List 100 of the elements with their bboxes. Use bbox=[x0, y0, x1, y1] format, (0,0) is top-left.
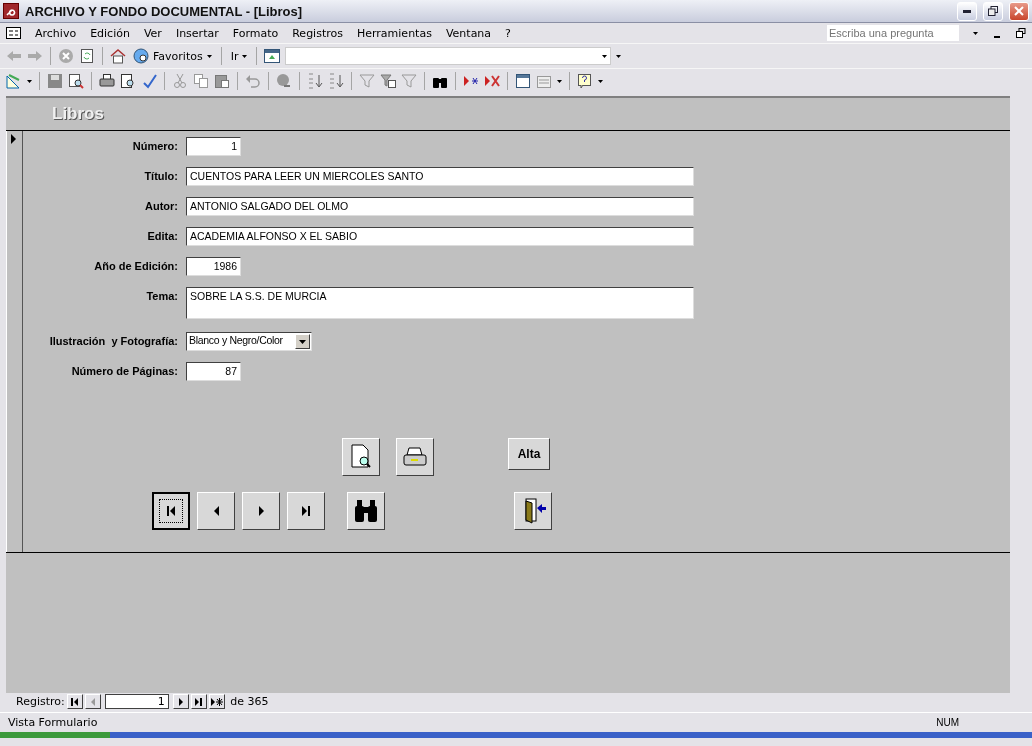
home-icon[interactable] bbox=[110, 48, 126, 64]
print-preview-icon[interactable] bbox=[120, 73, 136, 89]
save-icon[interactable] bbox=[47, 73, 63, 89]
app-key-icon bbox=[3, 3, 19, 19]
restore-button[interactable] bbox=[983, 1, 1003, 21]
help-search-field[interactable]: Escriba una pregunta bbox=[827, 25, 959, 41]
previous-record-icon bbox=[90, 697, 95, 706]
paste-icon[interactable] bbox=[214, 73, 230, 89]
sort-descending-icon[interactable] bbox=[328, 73, 344, 89]
text-field[interactable]: 87 bbox=[186, 362, 241, 381]
text-field[interactable]: SOBRE LA S.S. DE MURCIA bbox=[186, 287, 694, 319]
window-icon[interactable] bbox=[264, 48, 281, 64]
minimize-button[interactable] bbox=[957, 1, 977, 21]
record-label: Registro: bbox=[16, 695, 65, 708]
first-record-button[interactable] bbox=[152, 492, 190, 530]
add-button[interactable]: Alta bbox=[508, 438, 550, 470]
printer-icon[interactable] bbox=[99, 73, 115, 89]
next-record-icon bbox=[258, 506, 264, 516]
menu-item[interactable]: Edición bbox=[90, 26, 130, 40]
record-number-field[interactable]: 1 bbox=[104, 694, 169, 709]
text-field[interactable]: 1 bbox=[186, 137, 241, 156]
restore-icon bbox=[988, 6, 998, 16]
field-label: Tema: bbox=[145, 289, 179, 302]
caret-icon[interactable] bbox=[973, 31, 978, 35]
new-record-button[interactable] bbox=[208, 694, 225, 709]
menu-item[interactable]: Insertar bbox=[175, 26, 219, 40]
preview-button[interactable] bbox=[342, 438, 380, 476]
caret-icon[interactable] bbox=[206, 54, 212, 58]
field-label: Número de Páginas: bbox=[70, 364, 179, 377]
next-record-button[interactable] bbox=[242, 492, 280, 530]
text-field[interactable]: ACADEMIA ALFONSO X EL SABIO bbox=[186, 227, 694, 246]
favorites-button[interactable]: Favoritos bbox=[131, 48, 214, 64]
caret-icon[interactable] bbox=[27, 79, 32, 83]
last-record-icon bbox=[195, 697, 203, 706]
dropdown-field[interactable]: Blanco y Negro/Color bbox=[186, 332, 312, 351]
close-icon bbox=[1014, 6, 1024, 16]
menu-item[interactable]: ? bbox=[505, 26, 511, 40]
new-record-icon[interactable] bbox=[463, 73, 479, 89]
filter-form-icon[interactable] bbox=[380, 73, 396, 89]
field-label: Autor: bbox=[144, 199, 179, 212]
caret-icon[interactable] bbox=[557, 79, 562, 83]
help-icon[interactable] bbox=[577, 73, 593, 89]
field-label: Número: bbox=[131, 139, 179, 152]
previous-record-button[interactable] bbox=[84, 694, 101, 709]
refresh-icon[interactable] bbox=[79, 48, 95, 64]
last-record-button[interactable] bbox=[190, 694, 207, 709]
find-button[interactable] bbox=[347, 492, 385, 530]
design-ruler-icon[interactable] bbox=[6, 73, 22, 89]
field-label: Año de Edición: bbox=[93, 259, 179, 272]
search-file-icon[interactable] bbox=[68, 73, 84, 89]
spelling-icon[interactable] bbox=[141, 73, 157, 89]
go-button[interactable]: Ir bbox=[228, 49, 250, 63]
field-label: Título: bbox=[143, 169, 179, 182]
address-field[interactable] bbox=[285, 47, 612, 65]
properties-icon[interactable] bbox=[515, 73, 531, 89]
menu-item[interactable]: Registros bbox=[292, 26, 343, 40]
status-text: Vista Formulario bbox=[8, 716, 98, 729]
window-title: ARCHIVO Y FONDO DOCUMENTAL - [Libros] bbox=[25, 3, 304, 19]
record-selector[interactable] bbox=[6, 131, 23, 552]
menu-item[interactable]: Archivo bbox=[35, 26, 77, 40]
print-preview-icon bbox=[349, 444, 373, 470]
caret-icon[interactable] bbox=[242, 54, 248, 58]
next-record-button[interactable] bbox=[172, 694, 189, 709]
previous-record-button[interactable] bbox=[197, 492, 235, 530]
globe-search-icon bbox=[133, 48, 149, 64]
caret-icon[interactable] bbox=[598, 79, 603, 83]
caret-icon[interactable] bbox=[602, 54, 608, 58]
last-record-icon bbox=[302, 506, 310, 516]
form-icon bbox=[6, 26, 21, 40]
copy-icon[interactable] bbox=[193, 73, 209, 89]
menu-item[interactable]: Ver bbox=[143, 26, 162, 40]
menu-item[interactable]: Ventana bbox=[445, 26, 492, 40]
globe-link-icon[interactable] bbox=[276, 73, 292, 89]
restore-icon[interactable] bbox=[1016, 27, 1026, 39]
num-lock-indicator: NUM bbox=[936, 717, 959, 728]
exit-button[interactable] bbox=[514, 492, 552, 530]
sort-ascending-icon[interactable] bbox=[307, 73, 323, 89]
text-field[interactable]: ANTONIO SALGADO DEL OLMO bbox=[186, 197, 694, 216]
close-button[interactable] bbox=[1009, 1, 1029, 21]
field-label: Ilustración y Fotografía: bbox=[48, 334, 179, 347]
new-record-icon bbox=[210, 696, 223, 707]
printer-icon bbox=[402, 446, 428, 468]
caret-icon[interactable] bbox=[299, 339, 306, 344]
menu-item[interactable]: Herramientas bbox=[356, 26, 432, 40]
caret-icon[interactable] bbox=[616, 54, 622, 58]
first-record-icon bbox=[71, 697, 79, 706]
print-button[interactable] bbox=[396, 438, 434, 476]
delete-record-icon[interactable] bbox=[484, 73, 500, 89]
field-label: Edita: bbox=[146, 229, 179, 242]
next-record-icon bbox=[178, 697, 183, 706]
text-field[interactable]: CUENTOS PARA LEER UN MIERCOLES SANTO bbox=[186, 167, 694, 186]
record-total: de 365 bbox=[229, 695, 269, 708]
text-field[interactable]: 1986 bbox=[186, 257, 241, 276]
form-title: Libros bbox=[52, 104, 104, 124]
first-record-icon bbox=[167, 506, 175, 516]
last-record-button[interactable] bbox=[287, 492, 325, 530]
menu-item[interactable]: Formato bbox=[232, 26, 279, 40]
previous-record-icon bbox=[213, 506, 219, 516]
binoculars-icon bbox=[353, 498, 379, 524]
minimize-icon bbox=[963, 9, 971, 13]
